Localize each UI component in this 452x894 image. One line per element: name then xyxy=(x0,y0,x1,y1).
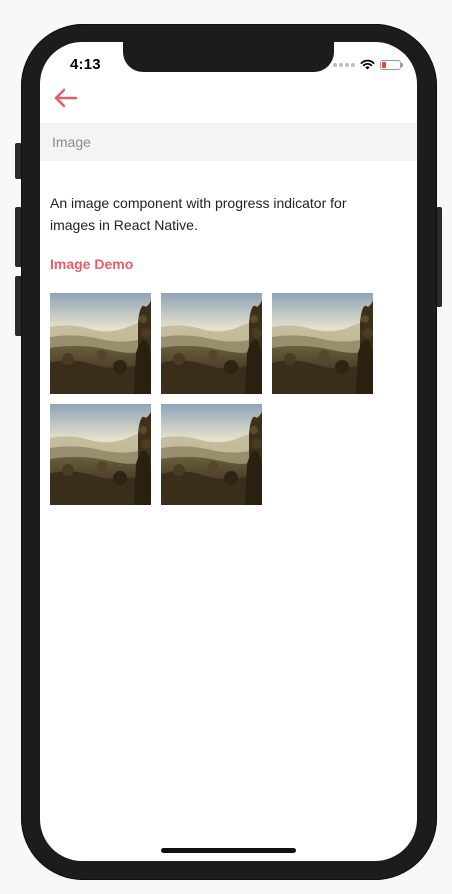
section-header: Image xyxy=(40,123,417,161)
demo-image[interactable] xyxy=(161,404,262,505)
arrow-left-icon xyxy=(54,88,78,108)
status-icons xyxy=(333,59,403,70)
notch xyxy=(123,42,334,72)
home-indicator[interactable] xyxy=(161,848,296,853)
battery-icon xyxy=(380,59,403,70)
description-text: An image component with progress indicat… xyxy=(50,195,347,233)
demo-image[interactable] xyxy=(161,293,262,394)
phone-screen: 4:13 Image An image component with progr… xyxy=(40,42,417,861)
status-time: 4:13 xyxy=(70,56,101,73)
section-title: Image xyxy=(52,134,91,150)
demo-image[interactable] xyxy=(272,293,373,394)
wifi-icon xyxy=(360,59,375,70)
cellular-signal-icon xyxy=(333,62,355,67)
demo-title: Image Demo xyxy=(50,256,134,272)
demo-image[interactable] xyxy=(50,404,151,505)
back-button[interactable] xyxy=(52,86,80,110)
demo-image[interactable] xyxy=(50,293,151,394)
